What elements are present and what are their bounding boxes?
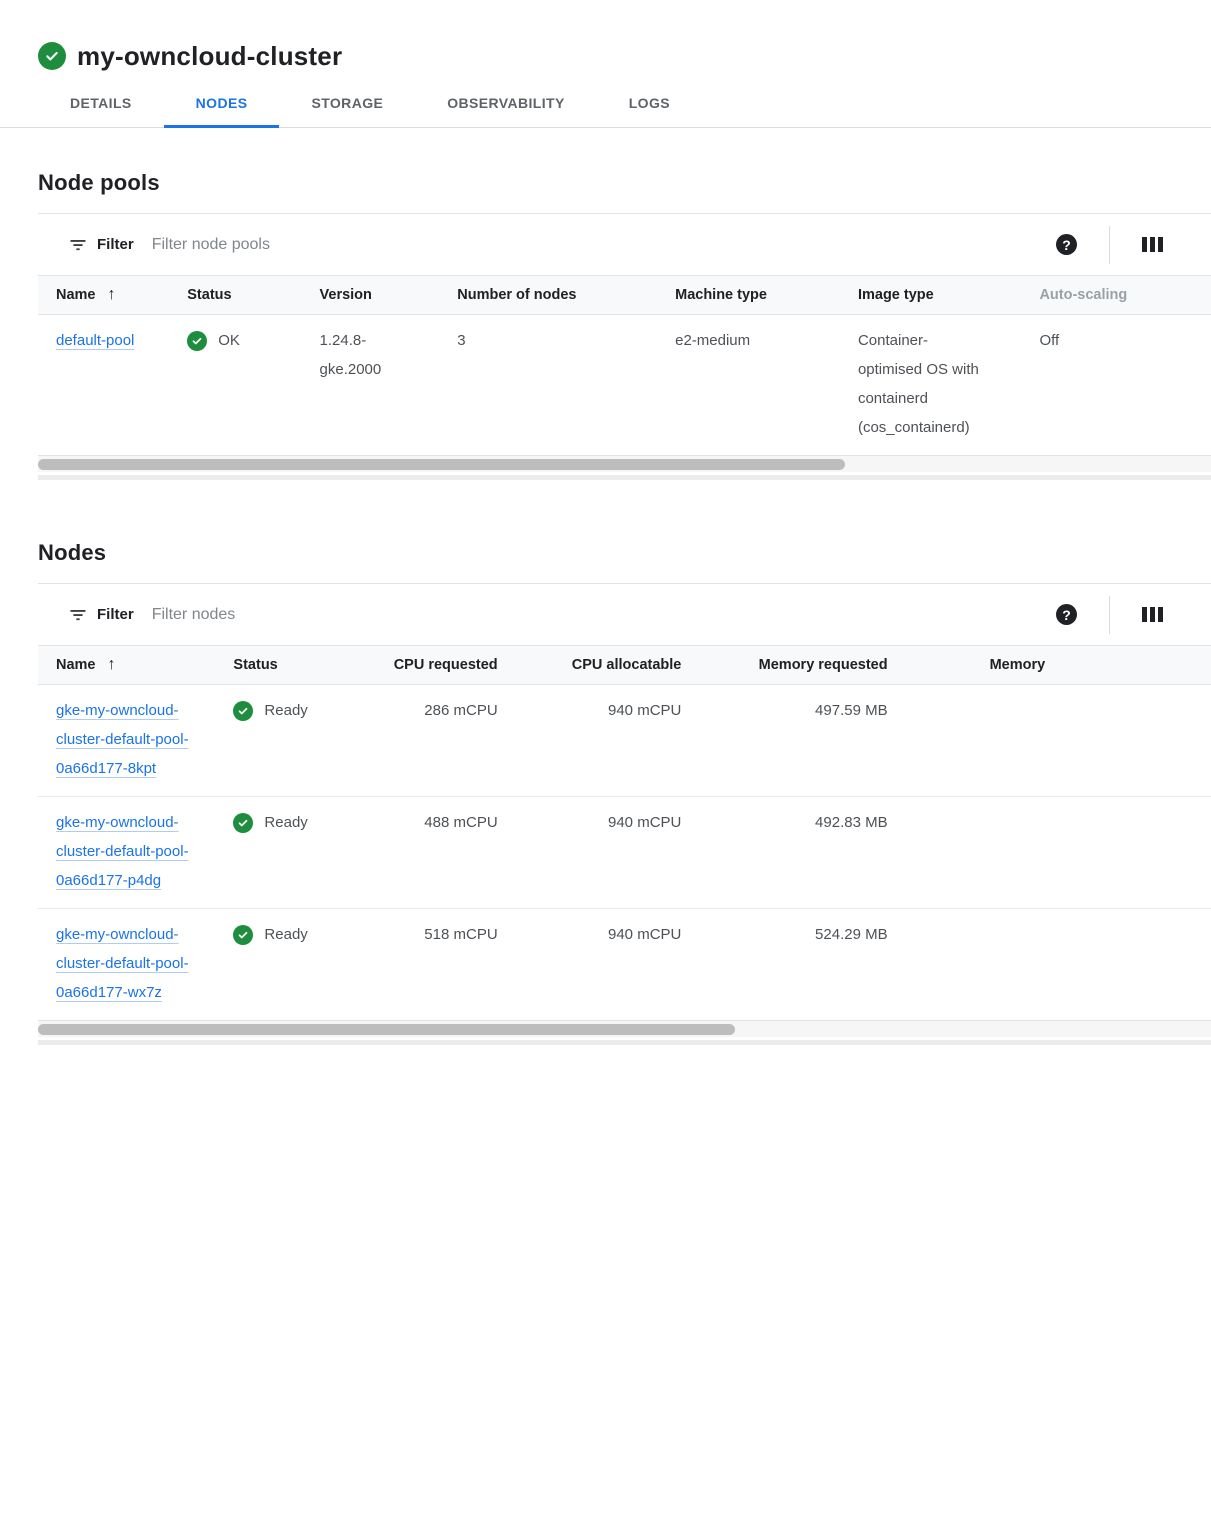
tab-storage[interactable]: STORAGE [279, 80, 415, 128]
nodes-toolbar-actions: ? [1056, 596, 1163, 634]
node-cpu-requested: 518 mCPU [335, 909, 498, 1021]
nodes-section-title: Nodes [38, 540, 1211, 566]
toolbar-divider [1109, 226, 1110, 264]
page-title: my-owncloud-cluster [77, 41, 342, 72]
node-pools-section-title: Node pools [38, 170, 1211, 196]
node-pool-node-count: 3 [439, 315, 657, 456]
node-status: Ready [233, 808, 334, 837]
node-pool-link[interactable]: default-pool [56, 326, 134, 355]
node-pools-toolbar-actions: ? [1056, 226, 1163, 264]
node-pools-filter-input[interactable] [152, 236, 1056, 254]
filter-icon [68, 605, 88, 625]
tab-logs[interactable]: LOGS [597, 80, 702, 128]
node-pools-table-container: Name↑ Status Version Number of nodes Mac… [38, 275, 1211, 455]
node-memory-allocatable [888, 685, 1211, 797]
node-memory-allocatable [888, 797, 1211, 909]
nodes-filter-input[interactable] [152, 606, 1056, 624]
node-pool-row: default-pool OK 1.24.8-gke.2000 3 e2-me [38, 315, 1211, 456]
node-memory-allocatable [888, 909, 1211, 1021]
node-pools-table: Name↑ Status Version Number of nodes Mac… [38, 275, 1211, 455]
column-header-number-of-nodes[interactable]: Number of nodes [439, 276, 657, 315]
node-pool-status-text: OK [218, 326, 240, 355]
sort-ascending-icon: ↑ [108, 286, 116, 303]
toolbar-divider [1109, 596, 1110, 634]
column-header-memory-allocatable[interactable]: Memory [888, 646, 1211, 685]
node-link[interactable]: gke-my-owncloud-cluster-default-pool-0a6… [56, 920, 208, 1007]
nodes-table-container: Name↑ Status CPU requested CPU allocatab… [38, 645, 1211, 1020]
filter-label: Filter [97, 236, 134, 253]
nodes-scrollbar-thumb[interactable] [38, 1024, 735, 1035]
column-display-icon[interactable] [1142, 237, 1163, 252]
status-ready-check-icon [233, 701, 253, 721]
node-row: gke-my-owncloud-cluster-default-pool-0a6… [38, 909, 1211, 1021]
column-header-version[interactable]: Version [302, 276, 440, 315]
status-ready-check-icon [233, 925, 253, 945]
filter-icon [68, 235, 88, 255]
column-header-memory-requested[interactable]: Memory requested [681, 646, 887, 685]
column-header-status[interactable]: Status [169, 276, 301, 315]
node-pool-image-type: Container-optimised OS with containerd (… [858, 326, 984, 442]
help-icon[interactable]: ? [1056, 604, 1077, 625]
filter-label: Filter [97, 606, 134, 623]
column-header-cpu-allocatable[interactable]: CPU allocatable [498, 646, 682, 685]
gke-cluster-page: my-owncloud-cluster DETAILS NODES STORAG… [0, 0, 1211, 1045]
node-pool-auto-scaling: Off [1021, 315, 1211, 456]
column-header-image-type[interactable]: Image type [840, 276, 1022, 315]
node-pools-toolbar: Filter ? [38, 214, 1211, 275]
column-header-name[interactable]: Name↑ [38, 646, 215, 685]
column-header-cpu-requested[interactable]: CPU requested [335, 646, 498, 685]
column-display-icon[interactable] [1142, 607, 1163, 622]
nodes-horizontal-scrollbar [38, 1020, 1211, 1037]
node-pool-status: OK [187, 326, 301, 355]
tab-details[interactable]: DETAILS [38, 80, 164, 128]
node-memory-requested: 492.83 MB [681, 797, 887, 909]
node-status-text: Ready [264, 920, 307, 949]
help-icon[interactable]: ? [1056, 234, 1077, 255]
nodes-header-row: Name↑ Status CPU requested CPU allocatab… [38, 646, 1211, 685]
column-header-auto-scaling[interactable]: Auto-scaling [1021, 276, 1211, 315]
node-pools-scrollbar-thumb[interactable] [38, 459, 845, 470]
node-pool-machine-type: e2-medium [657, 315, 840, 456]
node-row: gke-my-owncloud-cluster-default-pool-0a6… [38, 797, 1211, 909]
nodes-toolbar: Filter ? [38, 584, 1211, 645]
status-ready-check-icon [233, 813, 253, 833]
node-pools-card: Filter ? Name↑ Status Version [38, 213, 1211, 472]
node-pools-header-row: Name↑ Status Version Number of nodes Mac… [38, 276, 1211, 315]
tab-nodes[interactable]: NODES [164, 80, 280, 128]
node-cpu-allocatable: 940 mCPU [498, 797, 682, 909]
node-row: gke-my-owncloud-cluster-default-pool-0a6… [38, 685, 1211, 797]
nodes-card: Filter ? Name↑ Status CPU requested [38, 583, 1211, 1037]
node-link[interactable]: gke-my-owncloud-cluster-default-pool-0a6… [56, 696, 208, 783]
nodes-card-bottom-edge [38, 1040, 1211, 1045]
node-cpu-allocatable: 940 mCPU [498, 909, 682, 1021]
column-header-machine-type[interactable]: Machine type [657, 276, 840, 315]
column-header-name[interactable]: Name↑ [38, 276, 169, 315]
status-ok-check-icon [187, 331, 207, 351]
cluster-status-check-icon [38, 42, 66, 70]
node-status-text: Ready [264, 808, 307, 837]
nodes-table: Name↑ Status CPU requested CPU allocatab… [38, 645, 1211, 1020]
column-header-status[interactable]: Status [215, 646, 334, 685]
tab-bar: DETAILS NODES STORAGE OBSERVABILITY LOGS [0, 80, 1211, 128]
node-link[interactable]: gke-my-owncloud-cluster-default-pool-0a6… [56, 808, 208, 895]
node-cpu-allocatable: 940 mCPU [498, 685, 682, 797]
tab-observability[interactable]: OBSERVABILITY [415, 80, 596, 128]
node-status: Ready [233, 920, 334, 949]
node-cpu-requested: 488 mCPU [335, 797, 498, 909]
node-status-text: Ready [264, 696, 307, 725]
node-cpu-requested: 286 mCPU [335, 685, 498, 797]
sort-ascending-icon: ↑ [108, 656, 116, 673]
node-pools-horizontal-scrollbar [38, 455, 1211, 472]
cluster-header: my-owncloud-cluster [38, 0, 1211, 76]
node-memory-requested: 497.59 MB [681, 685, 887, 797]
node-pools-card-bottom-edge [38, 475, 1211, 480]
node-memory-requested: 524.29 MB [681, 909, 887, 1021]
node-status: Ready [233, 696, 334, 725]
node-pool-version: 1.24.8-gke.2000 [320, 326, 390, 384]
